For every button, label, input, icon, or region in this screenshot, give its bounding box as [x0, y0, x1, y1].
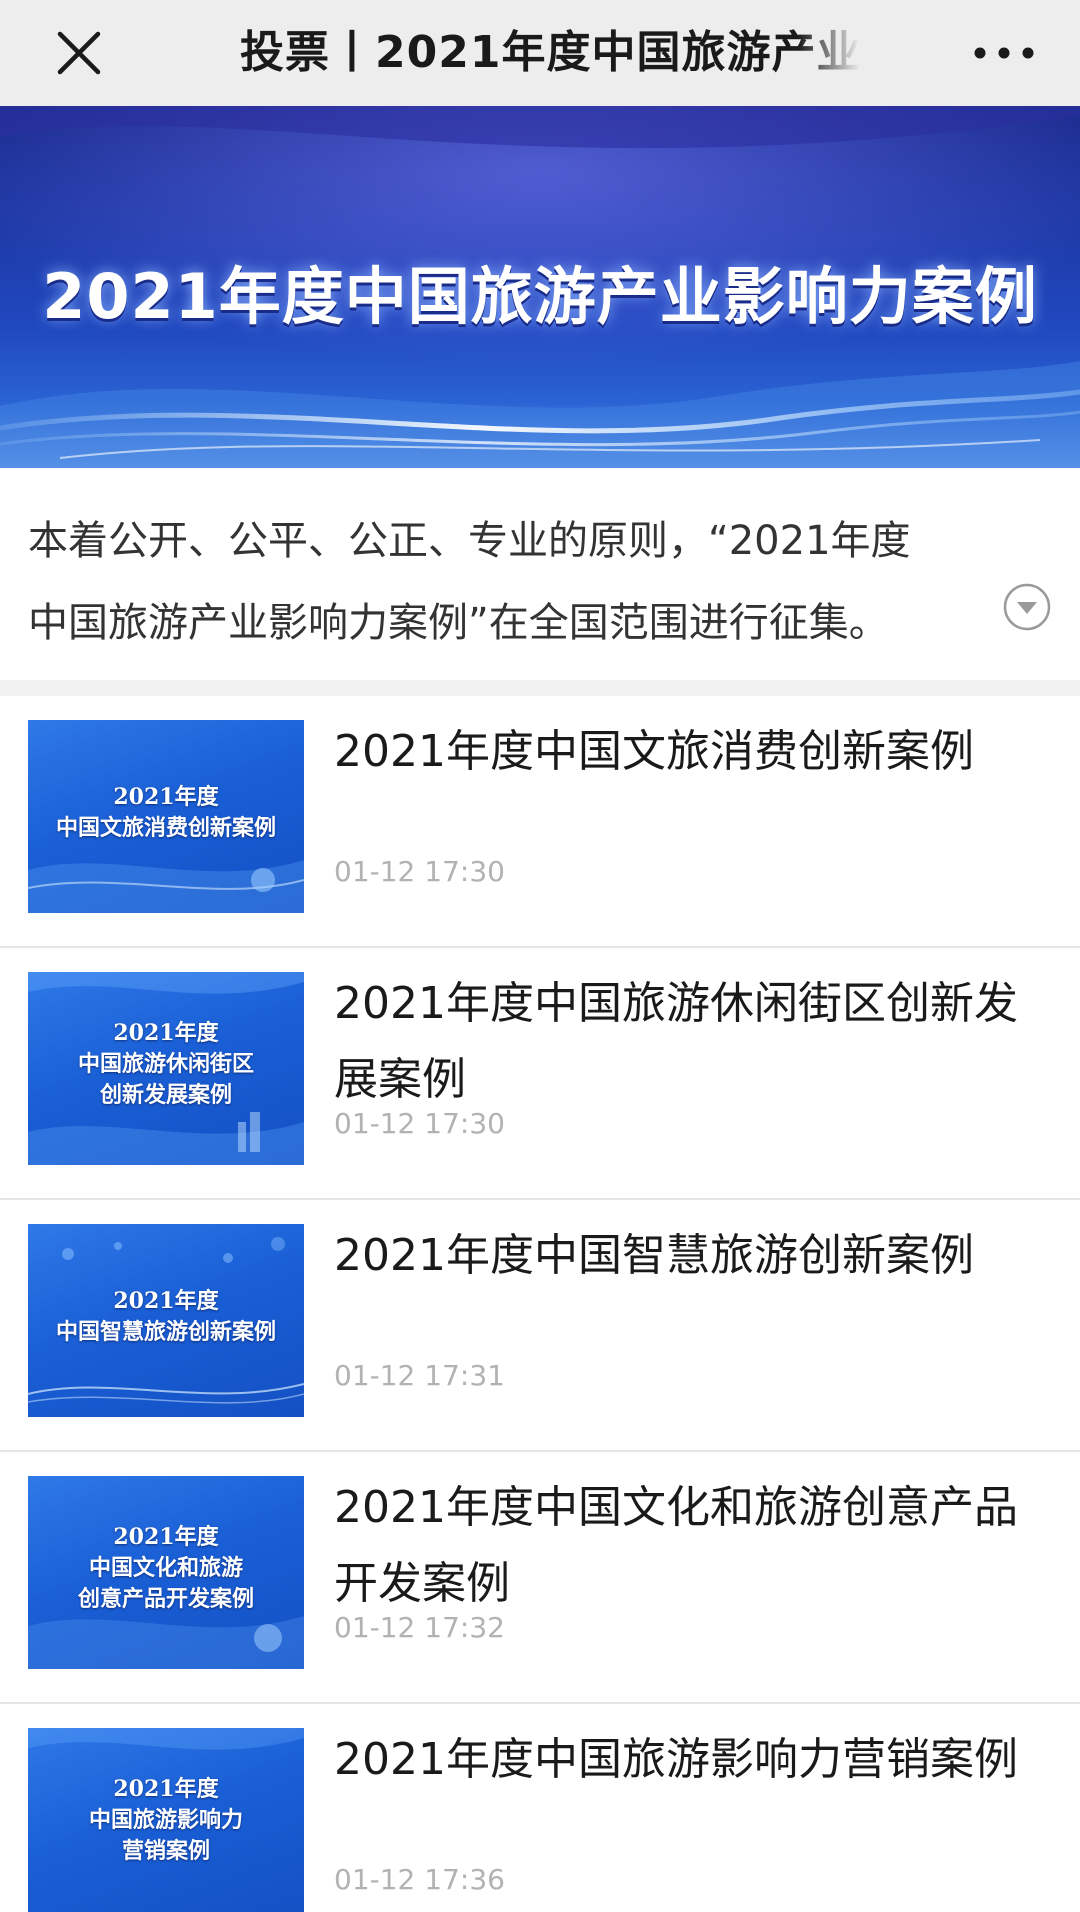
thumbnail-text: 2021年度 — [113, 1776, 219, 1802]
list-item[interactable]: 2021年度 中国智慧旅游创新案例 2021年度中国智慧旅游创新案例 01-12… — [0, 1200, 1080, 1452]
thumbnail-text: 中国文旅消费创新案例 — [55, 814, 276, 841]
thumbnail-caption: 2021年度 中国旅游影响力 营销案例 — [28, 1728, 304, 1912]
thumbnail-text: 创新发展案例 — [99, 1082, 232, 1108]
article-title[interactable]: 2021年度中国文旅消费创新案例 — [334, 714, 1034, 790]
article-timestamp: 01-12 17:30 — [334, 1107, 505, 1140]
top-navigation-bar: 投票丨2021年度中国旅游产业影响力案例 — [0, 0, 1080, 106]
intro-line: 本着公开、公平、公正、专业的原则，“2021年度 — [28, 518, 911, 564]
list-item[interactable]: 2021年度 中国旅游影响力 营销案例 2021年度中国旅游影响力营销案例 01… — [0, 1704, 1080, 1912]
article-timestamp: 01-12 17:36 — [334, 1863, 505, 1896]
article-title[interactable]: 2021年度中国旅游影响力营销案例 — [334, 1722, 1034, 1798]
thumbnail-caption: 2021年度 中国文旅消费创新案例 — [28, 720, 304, 913]
article-thumbnail: 2021年度 中国文化和旅游 创意产品开发案例 — [28, 1476, 304, 1669]
article-timestamp: 01-12 17:32 — [334, 1611, 505, 1644]
article-list: 2021年度 中国文旅消费创新案例 2021年度中国文旅消费创新案例 01-12… — [0, 696, 1080, 1912]
article-title[interactable]: 2021年度中国智慧旅游创新案例 — [334, 1218, 1034, 1294]
article-thumbnail: 2021年度 中国旅游休闲街区 创新发展案例 — [28, 972, 304, 1165]
article-thumbnail: 2021年度 中国智慧旅游创新案例 — [28, 1224, 304, 1417]
article-timestamp: 01-12 17:31 — [334, 1359, 505, 1392]
thumbnail-text: 2021年度 — [113, 1524, 219, 1550]
thumbnail-text: 2021年度 — [113, 783, 219, 810]
list-item[interactable]: 2021年度 中国旅游休闲街区 创新发展案例 2021年度中国旅游休闲街区创新发… — [0, 948, 1080, 1200]
page-title: 投票丨2021年度中国旅游产业影响力案例 — [240, 27, 860, 78]
section-divider — [0, 680, 1080, 696]
thumbnail-text: 中国旅游休闲街区 — [77, 1051, 254, 1077]
thumbnail-text: 创意产品开发案例 — [77, 1586, 254, 1612]
thumbnail-caption: 2021年度 中国旅游休闲街区 创新发展案例 — [28, 972, 304, 1165]
chevron-down-icon[interactable] — [1002, 582, 1052, 632]
close-icon[interactable] — [46, 20, 112, 86]
intro-line: 中国旅游产业影响力案例”在全国范围进行征集。 — [28, 600, 889, 646]
article-title[interactable]: 2021年度中国旅游休闲街区创新发展案例 — [334, 966, 1034, 1118]
article-timestamp: 01-12 17:30 — [334, 855, 505, 888]
thumbnail-text: 营销案例 — [121, 1838, 210, 1864]
thumbnail-caption: 2021年度 中国文化和旅游 创意产品开发案例 — [28, 1476, 304, 1669]
banner-title: 2021年度中国旅游产业影响力案例 — [42, 260, 1038, 333]
article-title[interactable]: 2021年度中国文化和旅游创意产品开发案例 — [334, 1470, 1034, 1622]
thumbnail-text: 2021年度 — [113, 1287, 219, 1314]
more-icon[interactable] — [966, 30, 1042, 76]
thumbnail-text: 中国旅游影响力 — [88, 1807, 243, 1833]
list-item[interactable]: 2021年度 中国文化和旅游 创意产品开发案例 2021年度中国文化和旅游创意产… — [0, 1452, 1080, 1704]
header-banner: 2021年度中国旅游产业影响力案例 — [0, 106, 1080, 468]
thumbnail-caption: 2021年度 中国智慧旅游创新案例 — [28, 1224, 304, 1417]
intro-description: 本着公开、公平、公正、专业的原则，“2021年度 中国旅游产业影响力案例”在全国… — [28, 500, 1018, 664]
thumbnail-text: 中国文化和旅游 — [88, 1555, 243, 1581]
thumbnail-text: 中国智慧旅游创新案例 — [55, 1318, 276, 1345]
article-thumbnail: 2021年度 中国文旅消费创新案例 — [28, 720, 304, 913]
article-thumbnail: 2021年度 中国旅游影响力 营销案例 — [28, 1728, 304, 1912]
list-item[interactable]: 2021年度 中国文旅消费创新案例 2021年度中国文旅消费创新案例 01-12… — [0, 696, 1080, 948]
thumbnail-text: 2021年度 — [113, 1020, 219, 1046]
